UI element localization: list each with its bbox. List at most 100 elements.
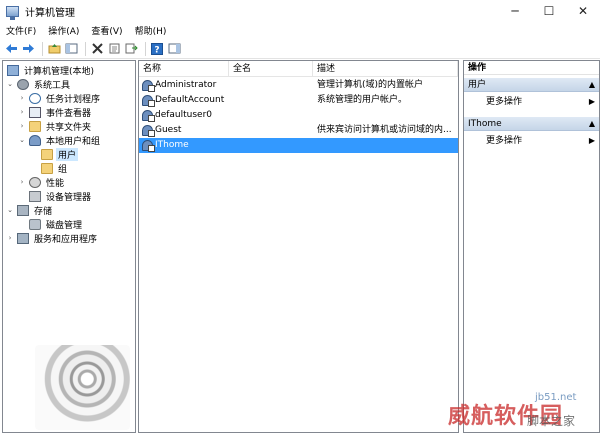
cell-fullname [233,123,313,138]
chevron-right-icon[interactable]: › [17,177,27,187]
tree-item-local-users-groups[interactable]: ⌄ 本地用户和组 [17,133,102,147]
table-row-selected[interactable]: IThome [139,138,458,153]
shared-folder-icon [29,120,41,132]
cell-fullname [233,78,313,93]
tools-icon [17,78,29,90]
close-button[interactable]: ✕ [566,0,600,22]
menu-file[interactable]: 文件(F) [0,24,42,37]
menu-action[interactable]: 操作(A) [42,24,85,37]
minimize-button[interactable]: ─ [498,0,532,22]
tree-item-performance[interactable]: › 性能 [17,175,66,189]
up-folder-icon[interactable] [47,42,61,56]
disk-icon [29,218,41,230]
delete-icon[interactable] [90,42,104,56]
back-arrow-icon[interactable] [4,42,18,56]
menu-help[interactable]: 帮助(H) [129,24,173,37]
cell-name: IThome [155,140,189,150]
chevron-right-icon[interactable]: › [17,121,27,131]
column-header-name[interactable]: 名称 [139,61,229,77]
user-icon [142,110,155,122]
tree-item-computer-management[interactable]: 计算机管理(本地) [5,63,96,77]
tree-item-services-applications[interactable]: › 服务和应用程序 [5,231,99,245]
cell-fullname [233,93,313,108]
menu-bar: 文件(F) 操作(A) 查看(V) 帮助(H) [0,22,600,39]
tree-item-groups[interactable]: 组 [39,161,69,175]
cell-name: DefaultAccount [155,95,225,105]
collapse-arrow-icon[interactable]: ▲ [589,117,595,131]
user-icon [142,140,155,152]
cell-description [317,138,457,153]
tree-item-shared-folders[interactable]: › 共享文件夹 [17,119,93,133]
table-row[interactable]: defaultuser0 [139,108,458,123]
title-bar: 计算机管理 ─ ☐ ✕ [0,0,600,22]
toolbar-separator [85,41,86,56]
column-header-description[interactable]: 描述 [313,61,458,77]
chevron-right-icon[interactable]: › [5,233,15,243]
actions-title: 操作 [464,61,599,75]
cell-description [317,108,457,123]
tree-item-task-scheduler[interactable]: › 任务计划程序 [17,91,102,105]
submenu-arrow-icon: ▶ [588,97,595,106]
submenu-arrow-icon: ▶ [588,136,595,145]
cell-description: 系统管理的用户帐户。 [317,95,408,105]
toolbar-separator [42,41,43,56]
maximize-button[interactable]: ☐ [532,0,566,22]
cell-fullname [233,138,313,153]
computer-management-icon [6,5,19,20]
clock-icon [29,92,41,104]
tree-item-system-tools[interactable]: ⌄ 系统工具 [5,77,72,91]
toolbar: ? [0,39,600,59]
window-title: 计算机管理 [25,7,75,19]
menu-view[interactable]: 查看(V) [85,24,128,37]
more-actions-users[interactable]: 更多操作 ▶ [464,95,599,109]
storage-icon [17,204,29,216]
cell-name: Guest [155,125,182,135]
help-icon[interactable]: ? [150,42,164,56]
chevron-down-icon[interactable]: ⌄ [5,205,15,215]
cell-fullname [233,108,313,123]
column-header-fullname[interactable]: 全名 [229,61,313,77]
svg-text:?: ? [154,45,159,55]
event-log-icon [29,106,41,118]
user-list: 名称 全名 描述 Administrator 管理计算机(域)的内置帐户 Def… [138,60,459,433]
properties-icon[interactable] [107,42,121,56]
chevron-right-icon[interactable]: › [17,93,27,103]
swirl-overlay-image [35,345,130,430]
table-row[interactable]: Administrator 管理计算机(域)的内置帐户 [139,78,458,93]
folder-icon [41,162,53,174]
tree-item-event-viewer[interactable]: › 事件查看器 [17,105,93,119]
actions-pane: 操作 用户 ▲ 更多操作 ▶ IThome ▲ 更多操作 ▶ [463,60,600,433]
cell-name: defaultuser0 [155,110,213,120]
actions-section-ithome[interactable]: IThome ▲ [464,117,599,131]
tree-item-users[interactable]: 用户 [39,147,79,161]
toolbar-separator [145,41,146,56]
computer-icon [7,64,19,76]
device-manager-icon [29,190,41,202]
collapse-arrow-icon[interactable]: ▲ [589,78,595,92]
services-icon [17,232,29,244]
user-icon [142,95,155,107]
actions-section-users[interactable]: 用户 ▲ [464,78,599,92]
tree-item-storage[interactable]: ⌄ 存储 [5,203,54,217]
performance-icon [29,176,41,188]
user-icon [142,80,155,92]
chevron-down-icon[interactable]: ⌄ [17,135,27,145]
chevron-right-icon[interactable]: › [17,107,27,117]
more-actions-ithome[interactable]: 更多操作 ▶ [464,134,599,148]
table-row[interactable]: Guest 供来宾访问计算机或访问域的内... [139,123,458,138]
cell-name: Administrator [155,80,217,90]
forward-arrow-icon[interactable] [21,42,35,56]
show-hide-action-pane-icon[interactable] [167,42,181,56]
column-headers: 名称 全名 描述 [139,61,458,77]
chevron-down-icon[interactable]: ⌄ [5,79,15,89]
tree-item-disk-management[interactable]: 磁盘管理 [27,217,84,231]
table-row[interactable]: DefaultAccount 系统管理的用户帐户。 [139,93,458,108]
tree-item-device-manager[interactable]: 设备管理器 [27,189,93,203]
export-list-icon[interactable] [124,42,138,56]
users-icon [29,134,41,146]
folder-icon [41,148,53,160]
cell-description: 管理计算机(域)的内置帐户 [317,80,424,90]
watermark-subtext: 脚本之家 [527,414,576,428]
user-icon [142,125,155,137]
show-hide-tree-icon[interactable] [64,42,78,56]
